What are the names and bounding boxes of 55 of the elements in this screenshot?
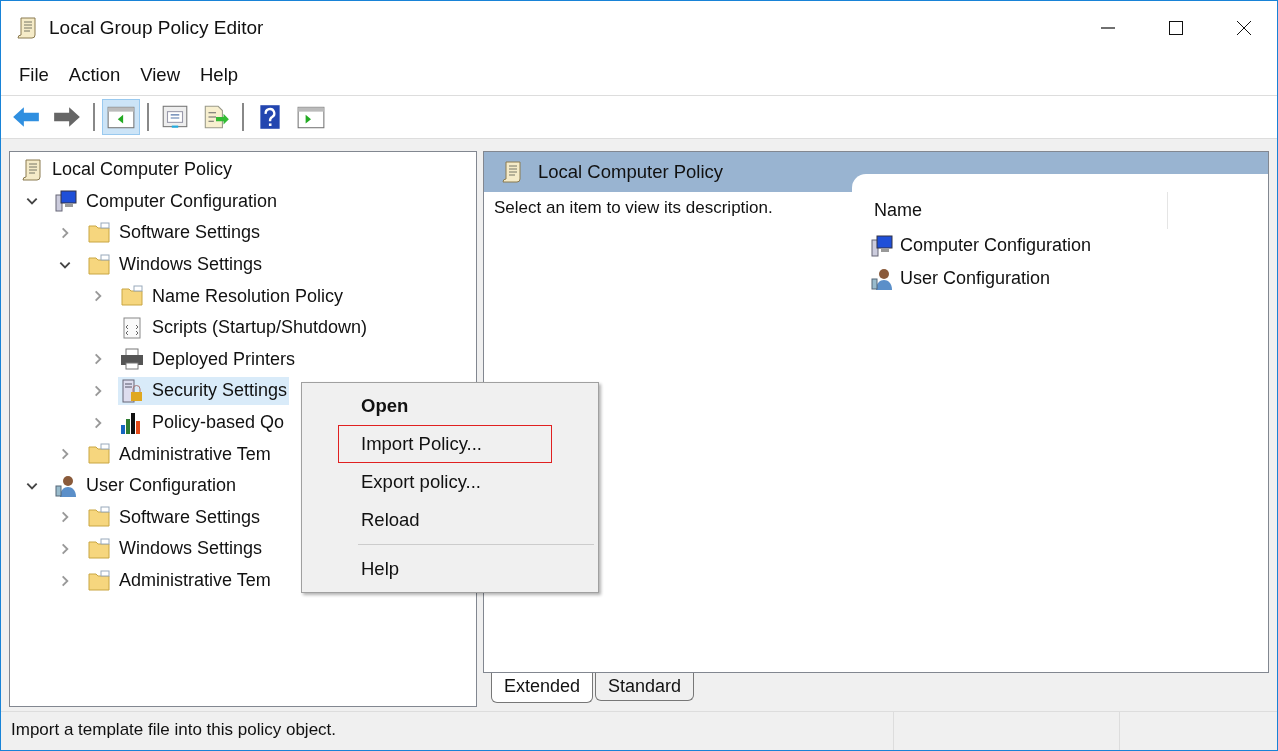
tree-item[interactable]: Name Resolution Policy — [118, 282, 346, 311]
list-item[interactable]: Computer Configuration — [864, 229, 1168, 262]
tree-item[interactable]: Deployed Printers — [118, 345, 298, 374]
folder-icon — [120, 284, 144, 309]
folder-icon — [87, 221, 111, 245]
tree-item[interactable]: User Configuration — [52, 471, 239, 500]
menu-item[interactable]: Reload — [338, 501, 552, 539]
tree-item[interactable]: Software Settings — [85, 219, 263, 247]
folder-icon — [87, 505, 111, 530]
properties-icon — [160, 104, 190, 130]
user-icon — [54, 473, 78, 498]
tab[interactable]: Extended — [491, 673, 594, 703]
computer-icon — [54, 189, 78, 214]
tree-item[interactable]: Local Computer Policy — [18, 155, 235, 184]
computer-icon — [870, 233, 894, 258]
script-icon — [120, 315, 144, 340]
pane-left-icon — [106, 104, 136, 130]
folder-icon — [87, 442, 111, 467]
tree-item[interactable]: Software Settings — [85, 503, 263, 532]
window-title: Local Group Policy Editor — [49, 17, 264, 39]
close-icon — [1236, 20, 1252, 36]
menu-item[interactable]: View — [132, 60, 188, 90]
folder-icon — [87, 252, 111, 277]
menu-item[interactable]: Action — [60, 60, 129, 90]
maximize-icon — [1168, 20, 1184, 36]
tree-item[interactable]: Computer Configuration — [52, 187, 280, 216]
list-item[interactable]: User Configuration — [864, 262, 1168, 295]
menu-item[interactable]: Help — [338, 550, 552, 588]
tree-item[interactable]: Scripts (Startup/Shutdown) — [118, 313, 370, 342]
minimize-icon — [1100, 27, 1116, 29]
description-text: Select an item to view its description. — [493, 197, 774, 219]
printer-icon — [120, 347, 144, 372]
scroll-icon — [500, 160, 524, 184]
tree-item[interactable]: Security Settings — [118, 376, 290, 405]
server-lock-icon — [120, 378, 144, 403]
tree-item[interactable]: Policy-based Qo — [118, 408, 287, 437]
pane-right-icon — [296, 104, 326, 130]
menu-item[interactable]: Help — [192, 60, 247, 90]
tree-item[interactable]: Windows Settings — [85, 250, 265, 279]
tree-item[interactable]: Administrative Tem — [85, 566, 273, 595]
menu-item[interactable]: Import Policy... — [338, 425, 552, 463]
menu-item[interactable]: Open — [338, 387, 552, 425]
scroll-icon — [20, 157, 44, 182]
status-text: Import a template file into this policy object. — [1, 712, 894, 750]
tab[interactable]: Standard — [595, 673, 695, 701]
tree-item[interactable]: Administrative Tem — [85, 440, 273, 469]
tree-item[interactable]: Windows Settings — [85, 534, 265, 563]
scroll-icon — [15, 15, 39, 41]
menu-item[interactable]: File — [11, 60, 57, 90]
folder-icon — [87, 568, 111, 593]
menu-item[interactable]: Export policy... — [338, 463, 552, 501]
column-header[interactable]: Name — [874, 200, 922, 220]
folder-icon — [87, 536, 111, 561]
pane-title: Local Computer Policy — [538, 161, 724, 183]
user-icon — [870, 266, 894, 291]
